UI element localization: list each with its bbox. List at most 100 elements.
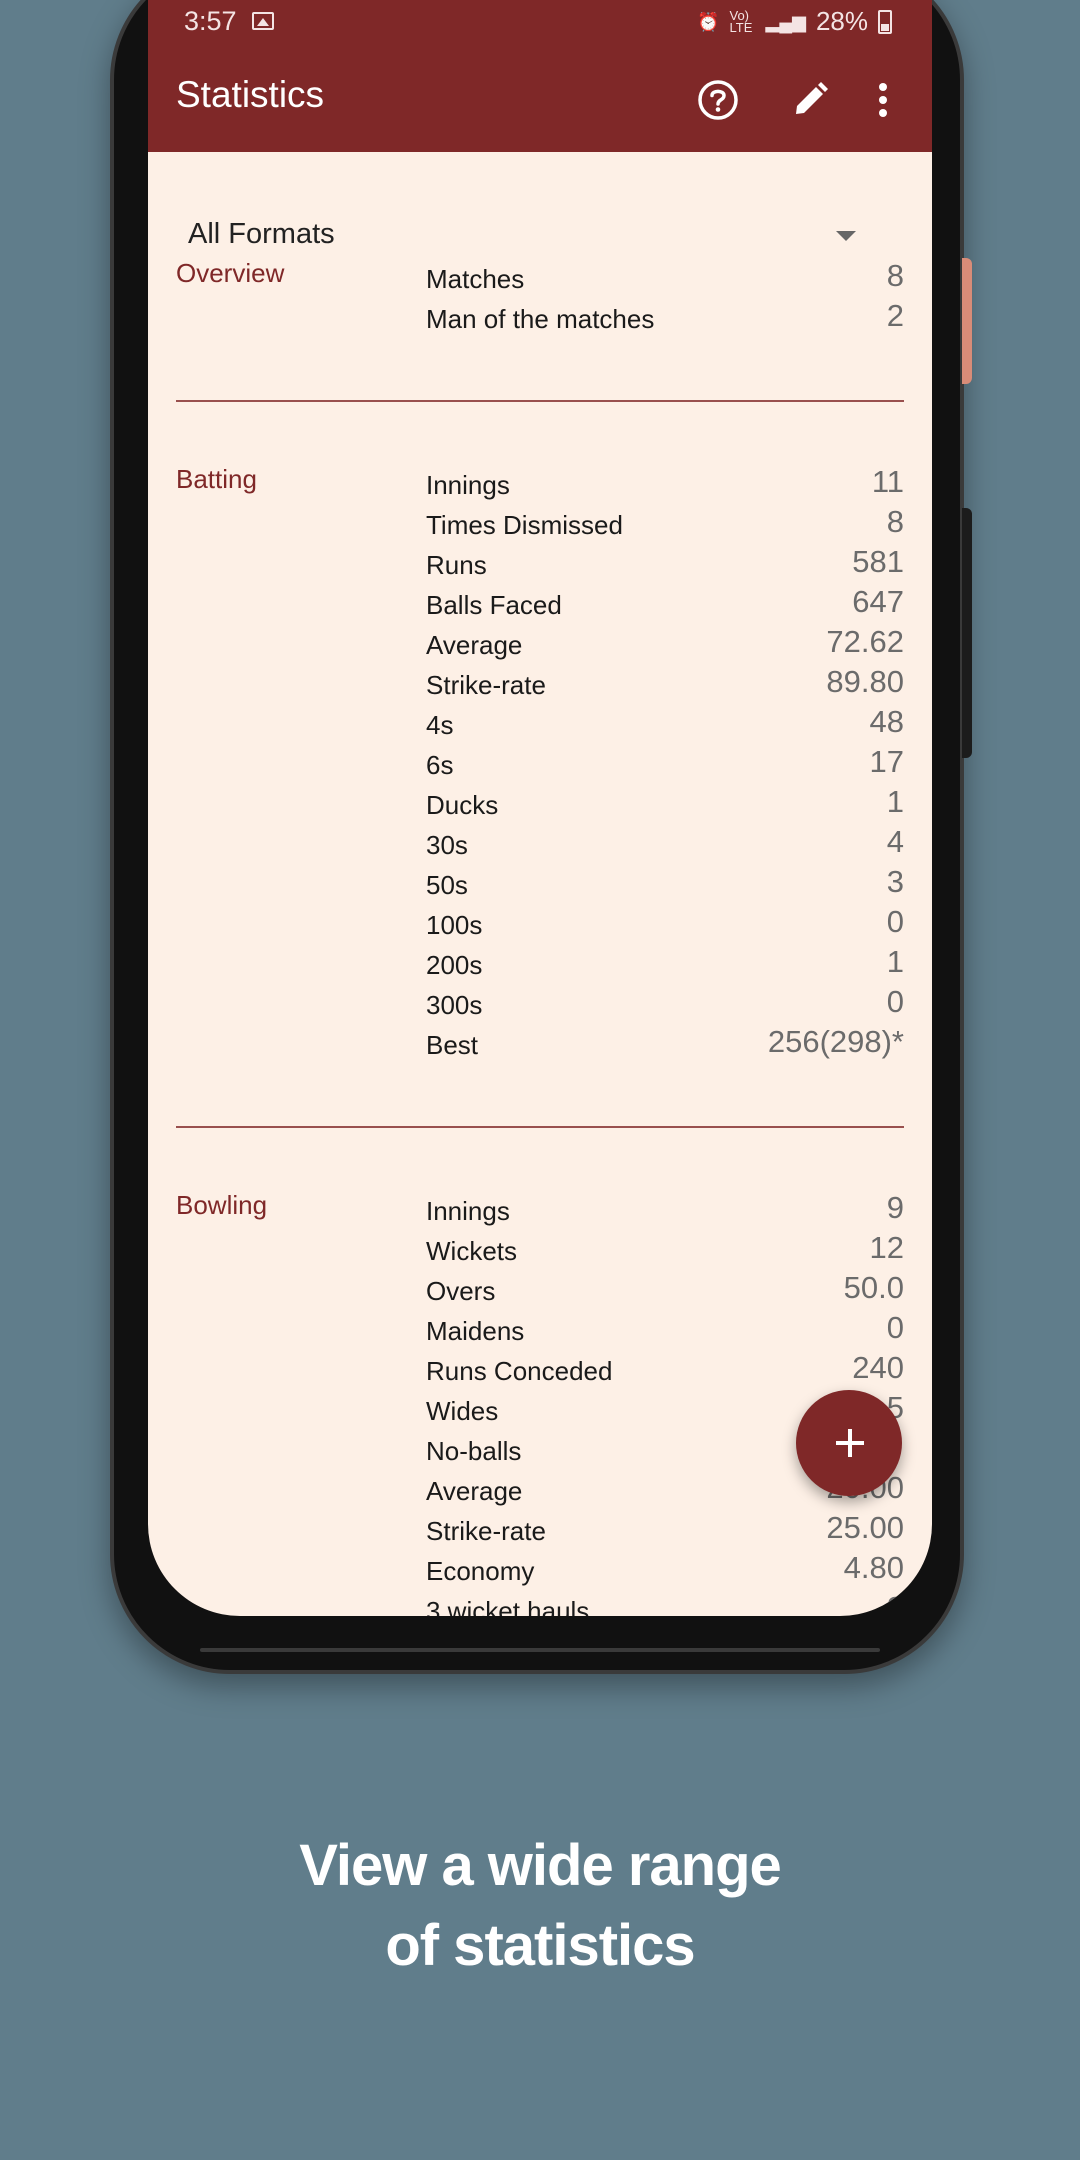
stat-label: Innings <box>426 470 510 500</box>
alarm-icon: ⏰ <box>697 11 720 32</box>
stat-row: Times Dismissed 8 <box>426 504 904 544</box>
stat-row: 6s 17 <box>426 744 904 784</box>
stat-row: Strike-rate 89.80 <box>426 664 904 704</box>
stat-row: Man of the matches 2 <box>426 298 904 338</box>
stat-value: 48 <box>869 704 904 739</box>
stat-value: 72.62 <box>826 624 904 659</box>
dropdown-arrow-icon <box>836 231 856 241</box>
stat-label: Best <box>426 1030 479 1060</box>
edit-icon[interactable] <box>788 78 832 122</box>
add-fab-button[interactable] <box>796 1390 902 1496</box>
overview-rows: Matches 8 Man of the matches 2 <box>426 258 904 338</box>
stat-value: 8 <box>886 504 904 539</box>
stat-label: 200s <box>426 950 483 980</box>
stat-row: Average 72.62 <box>426 624 904 664</box>
stat-value: 240 <box>852 1350 904 1385</box>
power-button <box>962 508 972 758</box>
format-dropdown-value: All Formats <box>188 218 335 250</box>
stat-label: Maidens <box>426 1316 525 1346</box>
stat-value: 2 <box>886 1590 904 1616</box>
stat-label: 3 wicket hauls <box>426 1596 590 1616</box>
stat-label: Innings <box>426 1196 510 1226</box>
stat-value: 50.0 <box>843 1270 904 1305</box>
stat-row: 300s 0 <box>426 984 904 1024</box>
stat-value: 0 <box>886 904 904 939</box>
volte-icon: Vo) LTE <box>729 7 753 35</box>
stat-value: 581 <box>852 544 904 579</box>
stat-label: No-balls <box>426 1436 522 1466</box>
stat-row: Balls Faced 647 <box>426 584 904 624</box>
stat-value: 1 <box>886 944 904 979</box>
stat-row: Best 256(298)* <box>426 1024 904 1064</box>
stat-label: Overs <box>426 1276 496 1306</box>
stat-value: 4 <box>886 824 904 859</box>
stat-row: Ducks 1 <box>426 784 904 824</box>
stat-label: Runs Conceded <box>426 1356 613 1386</box>
stat-row: 100s 0 <box>426 904 904 944</box>
stat-row: 4s 48 <box>426 704 904 744</box>
stat-value: 1 <box>886 784 904 819</box>
promo-caption-line-1: View a wide range <box>299 1833 782 1898</box>
stat-label: Wickets <box>426 1236 517 1266</box>
stat-label: 4s <box>426 710 454 740</box>
help-icon[interactable] <box>696 78 740 122</box>
stat-row: 3 wicket hauls 2 <box>426 1590 904 1616</box>
stat-row: Maidens 0 <box>426 1310 904 1350</box>
stat-row: 200s 1 <box>426 944 904 984</box>
section-divider <box>176 1126 904 1128</box>
battery-percent: 28% <box>815 6 868 36</box>
stat-label: Balls Faced <box>426 590 562 620</box>
more-options-icon[interactable] <box>868 78 898 122</box>
stat-label: Runs <box>426 550 487 580</box>
phone-chin <box>200 1648 880 1652</box>
stat-row: Wickets 12 <box>426 1230 904 1270</box>
format-dropdown[interactable]: All Formats <box>188 188 868 250</box>
stat-row: Runs 581 <box>426 544 904 584</box>
stat-value: 8 <box>886 258 904 293</box>
status-bar: 3:57 ⏰ Vo) LTE ▂▄▆ 28% <box>148 0 932 46</box>
section-divider <box>176 400 904 402</box>
stat-label: 50s <box>426 870 468 900</box>
status-time: 3:57 <box>184 6 237 36</box>
battery-icon <box>878 9 892 34</box>
volume-button <box>962 258 972 384</box>
stat-row: Overs 50.0 <box>426 1270 904 1310</box>
stat-value: 25.00 <box>826 1510 904 1545</box>
section-title: Bowling <box>176 1190 268 1220</box>
stat-value: 17 <box>869 744 904 779</box>
stat-label: 6s <box>426 750 454 780</box>
stat-label: Average <box>426 630 523 660</box>
promo-caption-line-2: of statistics <box>385 1913 695 1978</box>
stat-value: 0 <box>886 984 904 1019</box>
stat-label: Wides <box>426 1396 499 1426</box>
gallery-notification-icon <box>252 12 274 30</box>
stat-value: 2 <box>886 298 904 333</box>
batting-rows: Innings 11 Times Dismissed 8 Runs 581 Balls… <box>426 464 904 1064</box>
stat-label: Times Dismissed <box>426 510 623 540</box>
stat-value: 256(298)* <box>767 1024 904 1059</box>
stat-value: 89.80 <box>826 664 904 699</box>
status-icons: ⏰ Vo) LTE ▂▄▆ 28% <box>697 6 892 37</box>
stat-row: Innings 9 <box>426 1190 904 1230</box>
stat-label: 100s <box>426 910 483 940</box>
section-title: Overview <box>176 258 285 288</box>
stat-row: Matches 8 <box>426 258 904 298</box>
stat-label: Matches <box>426 264 525 294</box>
stat-row: Economy 4.80 <box>426 1550 904 1590</box>
stat-value: 3 <box>886 864 904 899</box>
stat-row: Strike-rate 25.00 <box>426 1510 904 1550</box>
stat-row: 50s 3 <box>426 864 904 904</box>
stat-label: Strike-rate <box>426 670 546 700</box>
stat-value: 9 <box>886 1190 904 1225</box>
stat-label: Average <box>426 1476 523 1506</box>
page-title: Statistics <box>176 74 325 115</box>
stat-row: Innings 11 <box>426 464 904 504</box>
stat-label: Economy <box>426 1556 535 1586</box>
section-title: Batting <box>176 464 257 494</box>
signal-icon: ▂▄▆ <box>765 11 806 32</box>
stat-label: Strike-rate <box>426 1516 546 1546</box>
stat-value: 11 <box>871 464 904 499</box>
stat-value: 4.80 <box>843 1550 904 1585</box>
stat-row: Runs Conceded 240 <box>426 1350 904 1390</box>
stat-value: 0 <box>886 1310 904 1345</box>
